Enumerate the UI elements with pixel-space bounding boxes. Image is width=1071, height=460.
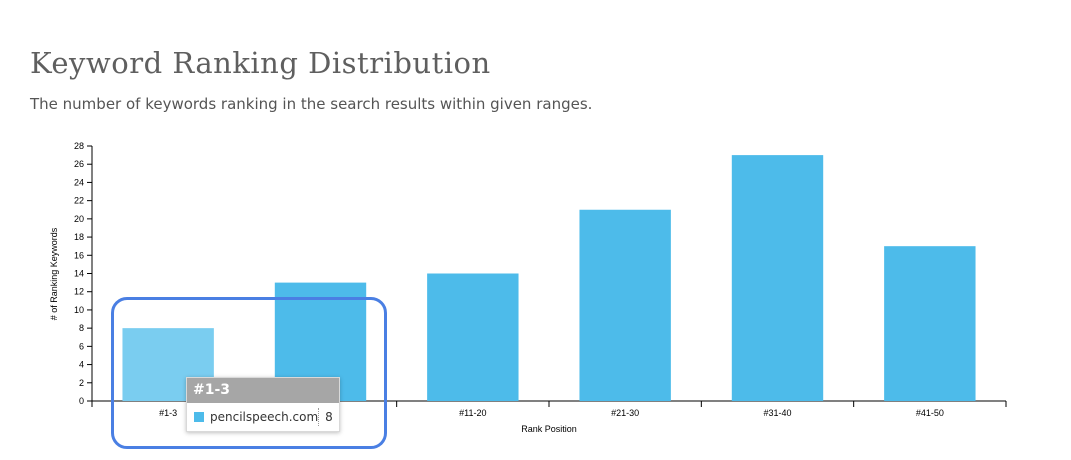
y-tick-label: 24 [74, 177, 84, 187]
y-tick-label: 8 [79, 323, 84, 333]
x-tick-label: #31-40 [763, 408, 791, 418]
y-tick-label: 22 [74, 196, 84, 206]
y-tick-label: 14 [74, 269, 84, 279]
x-tick-label: #41-50 [916, 408, 944, 418]
y-axis-label: # of Ranking Keywords [49, 227, 59, 320]
y-tick-label: 26 [74, 159, 84, 169]
y-tick-label: 2 [79, 378, 84, 388]
y-tick-label: 6 [79, 341, 84, 351]
y-tick-label: 18 [74, 232, 84, 242]
y-tick-label: 12 [74, 287, 84, 297]
y-tick-label: 4 [79, 360, 84, 370]
x-tick-label: #11-20 [459, 408, 486, 418]
y-tick-label: 0 [79, 396, 84, 406]
tooltip-value: 8 [318, 408, 341, 426]
y-tick-label: 28 [74, 141, 84, 151]
series-swatch [194, 412, 204, 422]
bar-chart: 0246810121416182022242628 #1-3#4-10#11-2… [49, 141, 1007, 434]
x-axis-label: Rank Position [521, 424, 577, 434]
x-tick-label: #21-30 [611, 408, 639, 418]
y-tick-label: 16 [74, 250, 84, 260]
y-axis: 0246810121416182022242628 [74, 141, 93, 406]
bar-3 [427, 273, 519, 401]
tooltip-title: #1-3 [187, 378, 339, 403]
y-tick-label: 10 [74, 305, 84, 315]
bar-5 [731, 155, 824, 401]
bar-6 [884, 246, 976, 401]
tooltip-row: pencilspeech.com 8 [187, 403, 339, 431]
y-tick-label: 20 [74, 214, 84, 224]
x-tick-label: #1-3 [159, 408, 177, 418]
bars [122, 155, 976, 401]
chart-tooltip: #1-3 pencilspeech.com 8 [186, 377, 340, 432]
bar-4 [579, 209, 671, 401]
tooltip-series-name: pencilspeech.com [210, 410, 319, 424]
